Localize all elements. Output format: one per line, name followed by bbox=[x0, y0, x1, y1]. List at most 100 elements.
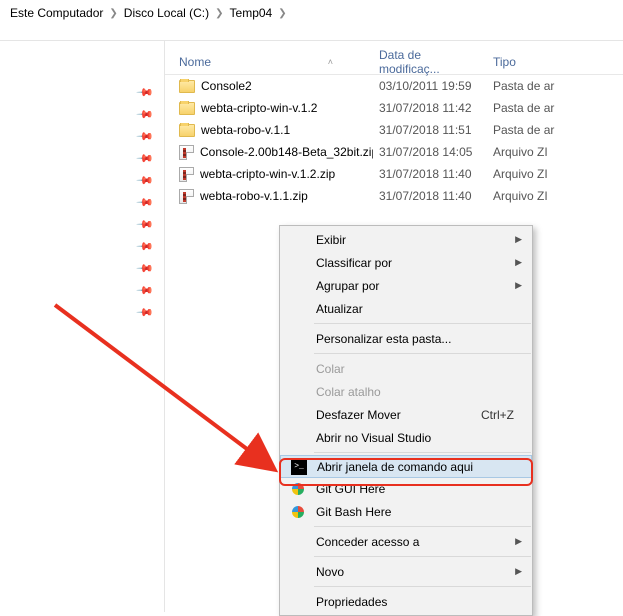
file-name-cell[interactable]: webta-cripto-win-v.1.2 bbox=[165, 101, 373, 115]
file-name: webta-robo-v.1.1.zip bbox=[200, 189, 308, 203]
breadcrumb-item[interactable]: Este Computador bbox=[10, 6, 103, 20]
file-date-cell: 31/07/2018 14:05 bbox=[373, 145, 483, 159]
menu-item-new[interactable]: Novo bbox=[280, 560, 532, 583]
file-name-cell[interactable]: Console-2.00b148-Beta_32bit.zip bbox=[165, 145, 373, 160]
pin-icon: 📌 bbox=[136, 237, 155, 256]
menu-label: Colar bbox=[316, 362, 345, 376]
menu-label: Conceder acesso a bbox=[316, 535, 419, 549]
pin-icon: 📌 bbox=[136, 105, 155, 124]
menu-item-sort[interactable]: Classificar por bbox=[280, 251, 532, 274]
file-type-cell: Pasta de ar bbox=[483, 101, 563, 115]
menu-item-customize[interactable]: Personalizar esta pasta... bbox=[280, 327, 532, 350]
menu-separator bbox=[314, 556, 531, 557]
pin-icon: 📌 bbox=[136, 171, 155, 190]
chevron-right-icon: ❯ bbox=[109, 8, 117, 19]
file-rows: Console203/10/2011 19:59Pasta de arwebta… bbox=[165, 75, 623, 207]
pin-icon: 📌 bbox=[136, 281, 155, 300]
column-headers: Nome ˄ Data de modificaç... Tipo bbox=[165, 49, 623, 75]
quick-access-slot[interactable]: 📌 bbox=[0, 81, 164, 103]
breadcrumb-item[interactable]: Disco Local (C:) bbox=[124, 6, 209, 20]
chevron-right-icon: ❯ bbox=[278, 8, 286, 19]
menu-item-view[interactable]: Exibir bbox=[280, 228, 532, 251]
quick-access-panel: 📌 📌 📌 📌 📌 📌 📌 📌 📌 📌 📌 bbox=[0, 41, 165, 612]
file-date-cell: 03/10/2011 19:59 bbox=[373, 79, 483, 93]
quick-access-slot[interactable]: 📌 bbox=[0, 279, 164, 301]
file-type-cell: Pasta de ar bbox=[483, 123, 563, 137]
folder-icon bbox=[179, 124, 195, 137]
menu-separator bbox=[314, 586, 531, 587]
pin-icon: 📌 bbox=[136, 83, 155, 102]
file-name: webta-cripto-win-v.1.2 bbox=[201, 101, 317, 115]
menu-label: Propriedades bbox=[316, 595, 387, 609]
breadcrumb-item[interactable]: Temp04 bbox=[230, 6, 273, 20]
file-row[interactable]: webta-cripto-win-v.1.2.zip 31/07/2018 11:… bbox=[165, 163, 623, 185]
menu-separator bbox=[314, 452, 531, 453]
quick-access-slot[interactable]: 📌 bbox=[0, 257, 164, 279]
zip-icon bbox=[179, 167, 194, 182]
menu-label: Classificar por bbox=[316, 256, 392, 270]
quick-access-slot[interactable]: 📌 bbox=[0, 103, 164, 125]
file-date-cell: 31/07/2018 11:40 bbox=[373, 167, 483, 181]
menu-separator bbox=[314, 526, 531, 527]
menu-item-undo[interactable]: Desfazer Mover Ctrl+Z bbox=[280, 403, 532, 426]
menu-separator bbox=[314, 323, 531, 324]
file-row[interactable]: webta-robo-v.1.1.zip 31/07/2018 11:40Arqu… bbox=[165, 185, 623, 207]
quick-access-slot[interactable]: 📌 bbox=[0, 301, 164, 323]
menu-item-git-gui[interactable]: Git GUI Here bbox=[280, 477, 532, 500]
quick-access-slot[interactable]: 📌 bbox=[0, 169, 164, 191]
column-name[interactable]: Nome ˄ bbox=[165, 55, 373, 69]
zip-icon bbox=[179, 189, 194, 204]
pin-icon: 📌 bbox=[136, 259, 155, 278]
file-type-cell: Arquivo ZI bbox=[483, 189, 563, 203]
breadcrumb[interactable]: Este Computador ❯ Disco Local (C:) ❯ Tem… bbox=[0, 0, 623, 26]
sort-indicator-icon: ˄ bbox=[328, 57, 333, 67]
folder-icon bbox=[179, 102, 195, 115]
menu-label: Agrupar por bbox=[316, 279, 379, 293]
menu-item-properties[interactable]: Propriedades bbox=[280, 590, 532, 613]
file-row[interactable]: webta-robo-v.1.131/07/2018 11:51Pasta de… bbox=[165, 119, 623, 141]
file-row[interactable]: Console-2.00b148-Beta_32bit.zip31/07/201… bbox=[165, 141, 623, 163]
file-date-cell: 31/07/2018 11:42 bbox=[373, 101, 483, 115]
pin-icon: 📌 bbox=[136, 193, 155, 212]
quick-access-slot[interactable]: 📌 bbox=[0, 125, 164, 147]
quick-access-slot[interactable]: 📌 bbox=[0, 235, 164, 257]
menu-label: Exibir bbox=[316, 233, 346, 247]
menu-item-paste: Colar bbox=[280, 357, 532, 380]
menu-label: Desfazer Mover bbox=[316, 408, 401, 422]
file-type-cell: Arquivo ZI bbox=[483, 167, 563, 181]
zip-icon bbox=[179, 145, 194, 160]
file-name: webta-cripto-win-v.1.2.zip bbox=[200, 167, 335, 181]
quick-access-slot[interactable]: 📌 bbox=[0, 213, 164, 235]
file-type-cell: Arquivo ZI bbox=[483, 145, 563, 159]
menu-item-grant-access[interactable]: Conceder acesso a bbox=[280, 530, 532, 553]
menu-item-open-vs[interactable]: Abrir no Visual Studio bbox=[280, 426, 532, 449]
pin-icon: 📌 bbox=[136, 215, 155, 234]
menu-item-group[interactable]: Agrupar por bbox=[280, 274, 532, 297]
menu-label: Git Bash Here bbox=[316, 505, 391, 519]
column-date[interactable]: Data de modificaç... bbox=[373, 48, 483, 76]
file-row[interactable]: webta-cripto-win-v.1.2 31/07/2018 11:42Pa… bbox=[165, 97, 623, 119]
quick-access-slot[interactable]: 📌 bbox=[0, 191, 164, 213]
file-name-cell[interactable]: webta-cripto-win-v.1.2.zip bbox=[165, 167, 373, 182]
menu-item-open-command[interactable]: Abrir janela de comando aqui bbox=[280, 455, 532, 478]
menu-label: Abrir janela de comando aqui bbox=[317, 460, 473, 474]
file-name: Console2 bbox=[201, 79, 252, 93]
context-menu: Exibir Classificar por Agrupar por Atual… bbox=[279, 225, 533, 616]
file-name-cell[interactable]: webta-robo-v.1.1 bbox=[165, 123, 373, 137]
column-type[interactable]: Tipo bbox=[483, 55, 563, 69]
column-name-label: Nome bbox=[179, 55, 211, 69]
chevron-right-icon: ❯ bbox=[215, 8, 223, 19]
quick-access-slot[interactable]: 📌 bbox=[0, 147, 164, 169]
file-date-cell: 31/07/2018 11:51 bbox=[373, 123, 483, 137]
menu-label: Novo bbox=[316, 565, 344, 579]
menu-item-git-bash[interactable]: Git Bash Here bbox=[280, 500, 532, 523]
file-row[interactable]: Console2 03/10/2011 19:59Pasta de ar bbox=[165, 75, 623, 97]
menu-item-refresh[interactable]: Atualizar bbox=[280, 297, 532, 320]
file-name-cell[interactable]: Console2 bbox=[165, 79, 373, 93]
menu-label: Personalizar esta pasta... bbox=[316, 332, 451, 346]
file-name: Console-2.00b148-Beta_32bit.zip bbox=[200, 145, 373, 159]
menu-item-paste-shortcut: Colar atalho bbox=[280, 380, 532, 403]
file-type-cell: Pasta de ar bbox=[483, 79, 563, 93]
file-name-cell[interactable]: webta-robo-v.1.1.zip bbox=[165, 189, 373, 204]
file-date-cell: 31/07/2018 11:40 bbox=[373, 189, 483, 203]
